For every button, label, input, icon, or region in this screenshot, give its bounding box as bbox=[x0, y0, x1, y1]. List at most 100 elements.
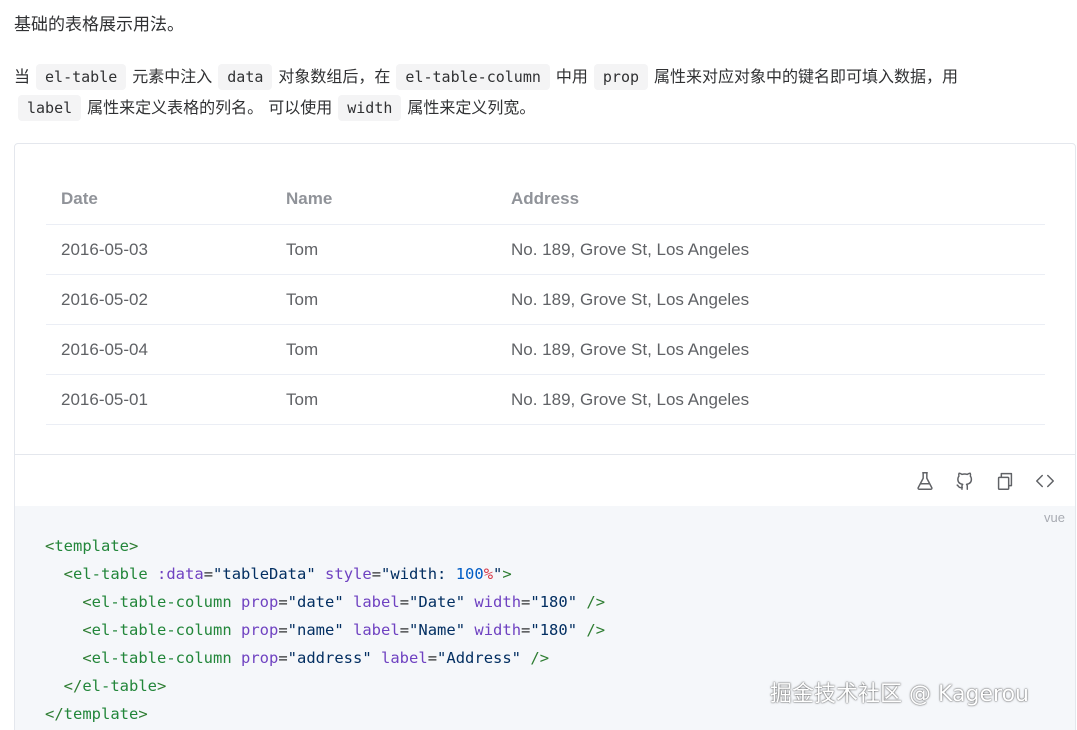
cell-address: No. 189, Grove St, Los Angeles bbox=[511, 239, 750, 259]
cell-name: Tom bbox=[286, 289, 319, 309]
code-token: el-table-column bbox=[91, 621, 232, 639]
inline-code: width bbox=[338, 95, 402, 121]
code-token: "Date" bbox=[409, 593, 466, 611]
cell-date: 2016-05-03 bbox=[61, 239, 148, 259]
code-language-label: vue bbox=[1044, 510, 1065, 525]
code-token: label bbox=[353, 593, 400, 611]
code-token: "name" bbox=[287, 621, 344, 639]
code-token: > bbox=[157, 677, 167, 695]
code-token: 100 bbox=[455, 565, 484, 583]
code-token: "width: bbox=[381, 565, 456, 583]
cell-address: No. 189, Grove St, Los Angeles bbox=[511, 339, 750, 359]
code-token: < bbox=[82, 621, 92, 639]
code-token: prop bbox=[241, 621, 279, 639]
code-token: = bbox=[203, 565, 214, 583]
code-line: <el-table-column prop="date" label="Date… bbox=[45, 588, 605, 616]
table-row: 2016-05-01 Tom No. 189, Grove St, Los Ange… bbox=[46, 375, 1045, 425]
code-token: el-table bbox=[73, 565, 148, 583]
description-text: 对象数组后，在 bbox=[278, 67, 391, 86]
github-icon[interactable] bbox=[954, 470, 976, 492]
column-header-date: Date bbox=[61, 189, 98, 208]
cell-name: Tom bbox=[286, 339, 319, 359]
code-token: = bbox=[371, 565, 382, 583]
code-token: = bbox=[521, 593, 531, 611]
code-token: "Name" bbox=[409, 621, 466, 639]
code-token: label bbox=[381, 649, 428, 667]
code-token: prop bbox=[241, 593, 279, 611]
code-token: width bbox=[474, 593, 522, 611]
cell-date: 2016-05-04 bbox=[61, 339, 148, 359]
description-text: 属性来对应对象中的键名即可填入数据，用 bbox=[654, 67, 959, 86]
cell-date: 2016-05-01 bbox=[61, 389, 148, 409]
code-line: <el-table :data="tableData" style="width… bbox=[45, 560, 605, 588]
code-content: <template> <el-table :data="tableData" s… bbox=[45, 532, 605, 728]
code-token: template bbox=[63, 705, 139, 723]
code-token: < bbox=[82, 593, 92, 611]
code-token: el-table-column bbox=[91, 649, 232, 667]
inline-code: prop bbox=[593, 64, 649, 90]
code-token: % bbox=[483, 565, 494, 583]
code-token: "date" bbox=[287, 593, 344, 611]
description-line-2: label 属性来定义表格的列名。 可以使用 width 属性来定义列宽。 bbox=[14, 95, 1064, 121]
code-line: <template> bbox=[45, 532, 605, 560]
cell-address: No. 189, Grove St, Los Angeles bbox=[511, 389, 750, 409]
cell-name: Tom bbox=[286, 389, 319, 409]
code-line: </template> bbox=[45, 700, 605, 728]
code-token: </ bbox=[45, 705, 64, 723]
code-token: "Address" bbox=[437, 649, 522, 667]
playground-icon[interactable] bbox=[914, 470, 936, 492]
code-token: label bbox=[353, 621, 400, 639]
copy-icon[interactable] bbox=[994, 470, 1016, 492]
description-text: 当 bbox=[14, 67, 31, 86]
code-token: "tableData" bbox=[213, 565, 316, 583]
demo-toolbar bbox=[15, 454, 1075, 506]
table-header-row: Date Name Address bbox=[46, 174, 1045, 225]
code-token: = bbox=[278, 621, 288, 639]
data-table: Date Name Address 2016-05-03 Tom No. 189, … bbox=[46, 174, 1045, 425]
description-text: 中用 bbox=[555, 67, 588, 86]
code-token: = bbox=[278, 593, 288, 611]
code-line: </el-table> bbox=[45, 672, 605, 700]
table-row: 2016-05-02 Tom No. 189, Grove St, Los Ange… bbox=[46, 275, 1045, 325]
code-token: </ bbox=[63, 677, 83, 695]
inline-code: data bbox=[218, 64, 273, 90]
code-token: /> bbox=[586, 621, 606, 639]
description-line-1: 当 el-table 元素中注入 data 对象数组后，在 el-table-column… bbox=[14, 64, 1064, 90]
code-token: " bbox=[493, 565, 503, 583]
code-token: el-table-column bbox=[91, 593, 232, 611]
inline-code: el-table-column bbox=[396, 64, 550, 90]
view-source-icon[interactable] bbox=[1034, 470, 1056, 492]
code-token: "address" bbox=[287, 649, 372, 667]
code-token: = bbox=[278, 649, 288, 667]
code-token: = bbox=[399, 621, 410, 639]
code-token: style bbox=[325, 565, 372, 583]
code-line: <el-table-column prop="name" label="Name… bbox=[45, 616, 605, 644]
column-header-name: Name bbox=[286, 189, 333, 208]
description-text: 属性来定义列宽。 bbox=[407, 98, 536, 117]
cell-date: 2016-05-02 bbox=[61, 289, 148, 309]
code-token: prop bbox=[241, 649, 279, 667]
code-token: > bbox=[138, 705, 148, 723]
section-intro: 基础的表格展示用法。 bbox=[14, 15, 184, 35]
description-text: 元素中注入 bbox=[132, 67, 213, 86]
code-token: "180" bbox=[530, 593, 578, 611]
code-token: = bbox=[521, 621, 531, 639]
demo-block: Date Name Address 2016-05-03 Tom No. 189, … bbox=[14, 143, 1076, 730]
code-token: "180" bbox=[530, 621, 578, 639]
table-row: 2016-05-04 Tom No. 189, Grove St, Los Ange… bbox=[46, 325, 1045, 375]
